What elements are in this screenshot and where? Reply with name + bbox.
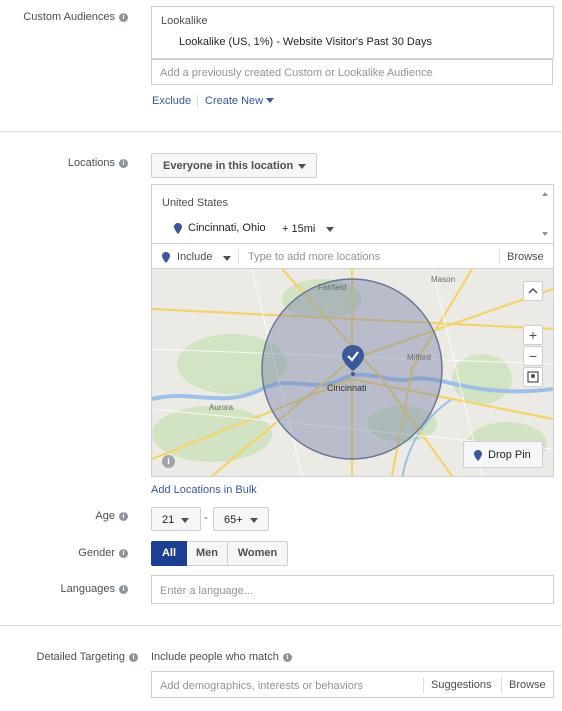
detailed-targeting-input-bar: Add demographics, interests or behaviors… <box>151 671 554 698</box>
location-type-label: Everyone in this location <box>163 160 294 172</box>
lookalike-group-title: Lookalike <box>161 15 208 27</box>
map-pin-icon <box>474 450 482 461</box>
zoom-in-button[interactable]: + <box>523 325 543 345</box>
gender-label-text: Gender <box>78 547 115 559</box>
gender-men-button[interactable]: Men <box>187 541 228 566</box>
age-separator: - <box>204 512 208 524</box>
separator <box>423 677 424 693</box>
locations-label-text: Locations <box>67 157 115 169</box>
age-label: Age i <box>0 510 128 522</box>
custom-audiences-label-text: Custom Audiences <box>23 11 115 23</box>
chevron-down-icon <box>223 256 231 261</box>
link-separator <box>197 95 198 107</box>
exclude-link[interactable]: Exclude <box>152 95 191 107</box>
scrollbar[interactable] <box>538 185 553 243</box>
age-max-dropdown[interactable]: 65+ <box>213 507 269 531</box>
locate-icon <box>527 371 539 383</box>
location-type-dropdown[interactable]: Everyone in this location <box>151 153 317 178</box>
info-icon[interactable]: i <box>129 653 138 662</box>
locations-label: Locations i <box>0 157 128 169</box>
detailed-targeting-input[interactable]: Add demographics, interests or behaviors <box>160 680 363 692</box>
gender-women-button[interactable]: Women <box>228 541 288 566</box>
languages-label: Languages i <box>0 583 128 595</box>
gender-label: Gender i <box>0 547 128 559</box>
selected-locations-box: United States Cincinnati, Ohio + 15mi <box>151 184 554 244</box>
plus-icon: + <box>528 327 538 343</box>
scroll-down-icon[interactable] <box>542 232 548 236</box>
chevron-down-icon <box>266 98 275 103</box>
country-label: United States <box>162 197 229 209</box>
city-label: Cincinnati, Ohio <box>188 222 266 234</box>
suggestions-button[interactable]: Suggestions <box>431 679 492 691</box>
custom-audience-input[interactable]: Add a previously created Custom or Looka… <box>151 59 553 85</box>
language-input[interactable]: Enter a language... <box>151 575 554 604</box>
browse-locations-button[interactable]: Browse <box>507 251 544 263</box>
chevron-down-icon <box>298 164 306 169</box>
map-label: Milford <box>407 353 432 362</box>
info-icon[interactable]: i <box>119 512 128 521</box>
add-locations-bulk-link[interactable]: Add Locations in Bulk <box>151 484 257 496</box>
drop-pin-button[interactable]: Drop Pin <box>463 441 543 468</box>
info-icon[interactable]: i <box>119 159 128 168</box>
age-min-dropdown[interactable]: 21 <box>151 507 201 531</box>
info-icon[interactable]: i <box>119 13 128 22</box>
scroll-up-icon[interactable] <box>542 192 548 196</box>
custom-audience-placeholder: Add a previously created Custom or Looka… <box>160 67 433 79</box>
map-info-icon[interactable]: i <box>162 455 175 468</box>
info-icon[interactable]: i <box>119 585 128 594</box>
separator <box>501 677 502 693</box>
detailed-targeting-label-text: Detailed Targeting <box>36 651 125 663</box>
location-search-input[interactable]: Type to add more locations <box>248 251 380 263</box>
chevron-down-icon <box>181 518 189 523</box>
create-new-link[interactable]: Create New <box>205 95 275 107</box>
chevron-down-icon <box>250 518 258 523</box>
map-pin-icon <box>174 223 182 234</box>
include-people-match-text: Include people who match <box>151 651 279 663</box>
custom-audience-selected-box: Lookalike Lookalike (US, 1%) - Website V… <box>151 6 554 59</box>
info-icon[interactable]: i <box>119 549 128 558</box>
custom-audiences-label: Custom Audiences i <box>0 11 128 23</box>
chevron-down-icon[interactable] <box>326 227 334 232</box>
separator <box>238 249 239 264</box>
separator <box>499 249 500 264</box>
gender-toggle-group: All Men Women <box>151 541 288 566</box>
map-pin-icon <box>162 252 170 263</box>
drop-pin-label: Drop Pin <box>488 449 531 461</box>
section-divider <box>0 131 562 132</box>
map-label: Fairfield <box>318 283 347 292</box>
location-search-bar: Include Type to add more locations Brows… <box>151 243 554 269</box>
map-label: Cincinnati <box>327 383 367 393</box>
collapse-map-button[interactable] <box>523 281 543 301</box>
gender-all-button[interactable]: All <box>151 541 187 566</box>
include-label: Include <box>177 251 213 263</box>
create-new-label: Create New <box>205 95 264 107</box>
map-label: Mason <box>431 275 456 284</box>
browse-targeting-button[interactable]: Browse <box>509 679 546 691</box>
language-placeholder: Enter a language... <box>160 585 253 597</box>
include-people-match: Include people who match i <box>151 651 292 663</box>
location-map[interactable]: Fairfield Mason Milford Cincinnati Auror… <box>151 268 554 477</box>
info-icon[interactable]: i <box>282 653 292 662</box>
age-label-text: Age <box>95 510 115 522</box>
detailed-targeting-label: Detailed Targeting i <box>0 651 138 663</box>
lookalike-audience-item[interactable]: Lookalike (US, 1%) - Website Visitor's P… <box>179 36 432 48</box>
map-label: Aurora <box>209 403 234 412</box>
zoom-out-button[interactable]: − <box>523 346 543 366</box>
minus-icon: − <box>528 348 538 364</box>
age-max-value: 65+ <box>224 514 243 526</box>
map-pin-marker-icon[interactable] <box>342 345 364 377</box>
chevron-up-icon <box>528 287 538 294</box>
my-location-button[interactable] <box>523 367 543 387</box>
radius-label[interactable]: + 15mi <box>282 223 315 235</box>
section-divider <box>0 625 562 626</box>
age-min-value: 21 <box>162 514 175 526</box>
languages-label-text: Languages <box>60 583 115 595</box>
